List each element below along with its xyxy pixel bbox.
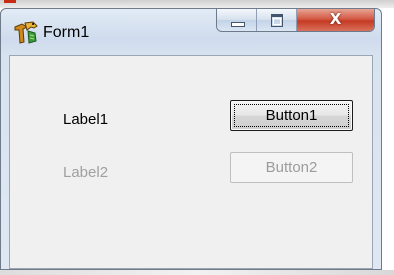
maximize-icon: [271, 14, 283, 27]
caption-buttons: X: [216, 9, 375, 32]
close-icon: X: [329, 10, 342, 28]
minimize-button[interactable]: [217, 9, 257, 31]
button1[interactable]: Button1: [230, 100, 353, 131]
focus-rectangle: [234, 104, 349, 127]
lazarus-cheetah-icon: [14, 21, 38, 44]
minimize-icon: [231, 22, 245, 27]
button2-disabled: Button2: [230, 152, 353, 183]
underline-mark: [4, 0, 16, 3]
window-title: Form1: [43, 24, 90, 41]
maximize-button[interactable]: [257, 9, 297, 31]
title-bar[interactable]: Form1 X: [1, 9, 381, 55]
desktop-strip-top: [0, 0, 394, 8]
label1: Label1: [63, 111, 109, 128]
form-window: Form1 X Label1 Label2 Button1 Button2: [0, 8, 382, 270]
form-client-area: Label1 Label2 Button1 Button2: [9, 55, 373, 269]
label2-disabled: Label2: [63, 164, 109, 181]
close-button[interactable]: X: [297, 9, 374, 31]
desktop-strip-bottom: [0, 270, 394, 275]
button2-label: Button2: [265, 159, 318, 176]
